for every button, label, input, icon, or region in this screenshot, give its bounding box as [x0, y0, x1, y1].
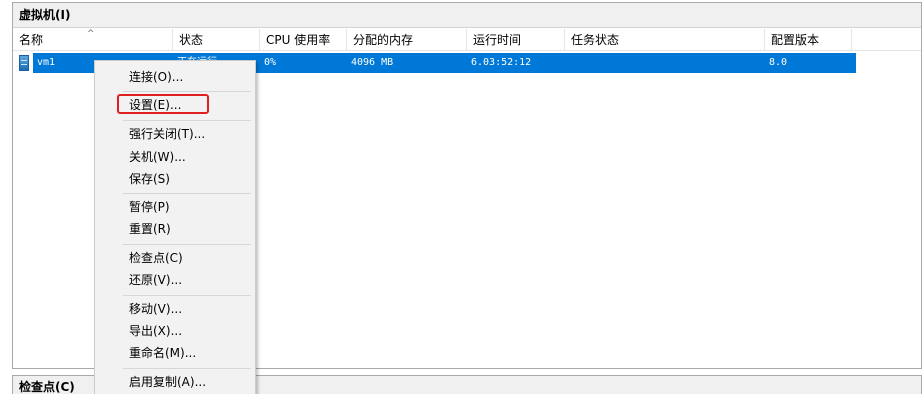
column-assigned-memory[interactable]: 分配的内存 — [347, 29, 467, 51]
menu-separator — [123, 244, 251, 245]
column-name[interactable]: ^ 名称 — [13, 29, 173, 51]
menu-item-checkpoint[interactable]: 检查点(C) — [129, 248, 183, 268]
menu-item-pause[interactable]: 暂停(P) — [129, 197, 170, 217]
virtual-machines-title: 虚拟机(I) — [13, 3, 921, 28]
menu-item-move[interactable]: 移动(V)... — [129, 299, 182, 319]
menu-item-reset[interactable]: 重置(R) — [129, 219, 171, 239]
menu-item-save[interactable]: 保存(S) — [129, 169, 170, 189]
column-task-status[interactable]: 任务状态 — [565, 29, 765, 51]
menu-separator — [123, 368, 251, 369]
vm-cpu: 0% — [264, 57, 277, 68]
vm-version: 8.0 — [769, 57, 788, 68]
vm-memory: 4096 MB — [351, 57, 394, 68]
column-header-row: ^ 名称 状态 CPU 使用率 分配的内存 运行时间 任务状态 配置版本 — [13, 29, 921, 51]
menu-item-enable-replication[interactable]: 启用复制(A)... — [129, 372, 206, 392]
menu-item-export[interactable]: 导出(X)... — [129, 321, 182, 341]
vm-uptime: 6.03:52:12 — [471, 57, 532, 68]
menu-separator — [123, 295, 251, 296]
column-uptime[interactable]: 运行时间 — [467, 29, 565, 51]
menu-separator — [123, 193, 251, 194]
settings-highlight-box — [117, 94, 209, 114]
sort-ascending-icon: ^ — [87, 29, 95, 39]
menu-separator — [123, 120, 251, 121]
menu-item-revert[interactable]: 还原(V)... — [129, 270, 182, 290]
menu-item-turn-off[interactable]: 强行关闭(T)... — [129, 124, 205, 144]
column-configuration-version[interactable]: 配置版本 — [765, 29, 852, 51]
column-cpu-usage[interactable]: CPU 使用率 — [260, 29, 347, 51]
menu-separator — [123, 91, 251, 92]
menu-item-rename[interactable]: 重命名(M)... — [129, 343, 196, 363]
virtual-machine-icon — [19, 55, 29, 71]
column-status[interactable]: 状态 — [173, 29, 260, 51]
menu-item-connect[interactable]: 连接(O)... — [129, 67, 183, 87]
vm-task-status — [565, 53, 765, 73]
column-name-label: 名称 — [19, 33, 44, 47]
menu-item-shut-down[interactable]: 关机(W)... — [129, 147, 186, 167]
